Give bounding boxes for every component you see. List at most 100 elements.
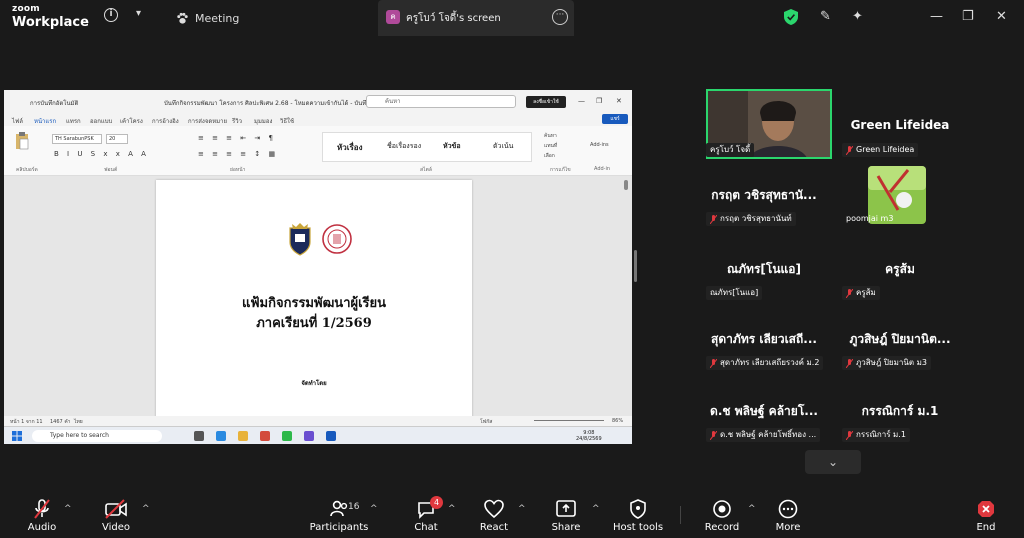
- word-restore-icon[interactable]: ❐: [596, 97, 602, 105]
- participant-tile[interactable]: ภูวสิษฎ์ ปิยมานิต... ภูวสิษฎ์ ปิยมานิต ม…: [836, 324, 964, 390]
- react-options-caret[interactable]: ^: [518, 504, 526, 514]
- style-item[interactable]: ชื่อเรื่องรอง: [387, 141, 421, 152]
- sharer-avatar: ค: [386, 10, 400, 24]
- audio-button[interactable]: Audio: [12, 498, 72, 533]
- top-bar: zoom Workplace i ▾ Meeting ค ครูโบว์ โจด…: [0, 0, 1024, 36]
- host-tools-button[interactable]: Host tools: [608, 498, 668, 533]
- mic-muted-icon: [846, 430, 853, 440]
- line-icon[interactable]: [282, 431, 292, 441]
- participant-name-tag: ณภัทร[โนแอ]: [706, 286, 763, 300]
- ribbon-tab[interactable]: การอ้างอิง: [152, 116, 179, 126]
- ribbon-tab[interactable]: เค้าโครง: [120, 116, 143, 126]
- share-screen-button[interactable]: Share: [536, 498, 596, 533]
- style-item[interactable]: หัวเรื่อง: [337, 141, 363, 154]
- task-view-icon[interactable]: [194, 431, 204, 441]
- chevron-down-icon[interactable]: ▾: [136, 8, 141, 19]
- teams-icon[interactable]: [304, 431, 314, 441]
- ribbon-tab[interactable]: วิธีใช้: [280, 116, 294, 126]
- participant-tile[interactable]: Green Lifeidea Green Lifeidea: [836, 84, 964, 157]
- font-size-select[interactable]: 20: [106, 134, 128, 144]
- chat-options-caret[interactable]: ^: [448, 504, 456, 514]
- windows-start-icon[interactable]: [12, 431, 22, 441]
- document-heading: แฟ้มกิจกรรมพัฒนาผู้เรียน: [241, 296, 387, 311]
- host-shield-icon: [630, 499, 646, 519]
- word-close-icon[interactable]: ✕: [616, 97, 622, 105]
- word-title-bar: การบันทึกอัตโนมัติ บันทึกกิจกรรมพัฒนา โค…: [4, 90, 632, 112]
- share-options-caret[interactable]: ^: [592, 504, 600, 514]
- word-icon[interactable]: [326, 431, 336, 441]
- file-explorer-icon[interactable]: [238, 431, 248, 441]
- participant-tile[interactable]: ครูโบว์ โจดี้: [700, 84, 832, 159]
- document-subheading: ภาคเรียนที่ 1/2569: [256, 316, 372, 331]
- react-button[interactable]: React: [464, 498, 524, 533]
- school-emblem-icon: [289, 223, 311, 256]
- document-scrollbar[interactable]: [624, 180, 628, 190]
- record-options-caret[interactable]: ^: [748, 504, 756, 514]
- chat-button[interactable]: 4 Chat: [396, 496, 456, 533]
- more-options-icon[interactable]: ···: [552, 9, 568, 25]
- chrome-icon[interactable]: [260, 431, 270, 441]
- shared-screen: การบันทึกอัตโนมัติ บันทึกกิจกรรมพัฒนา โค…: [4, 90, 632, 444]
- edge-icon[interactable]: [216, 431, 226, 441]
- ribbon-tab[interactable]: แทรก: [66, 116, 81, 126]
- sign-in-button[interactable]: ลงชื่อเข้าใช้: [526, 96, 566, 108]
- participants-options-caret[interactable]: ^: [370, 504, 378, 514]
- more-button[interactable]: More: [758, 498, 818, 533]
- participant-tile[interactable]: กรฤต วชิรสุทธานั... กรฤต วชิรสุทธานันท์: [700, 180, 828, 246]
- ai-sparkle-icon[interactable]: ✦: [852, 9, 863, 24]
- info-icon[interactable]: i: [104, 8, 118, 22]
- zoom-slider[interactable]: [534, 420, 604, 421]
- minimize-icon[interactable]: —: [930, 9, 943, 24]
- shared-screen-tab[interactable]: ค ครูโบว์ โจดี้'s screen ···: [378, 0, 574, 36]
- taskbar-search-input[interactable]: Type here to search: [32, 430, 162, 442]
- word-count: 1467 คำ: [50, 419, 71, 425]
- find-button[interactable]: ค้นหา: [544, 132, 557, 140]
- style-item[interactable]: หัวข้อ: [443, 141, 461, 152]
- security-shield-icon[interactable]: [784, 9, 798, 25]
- word-share-button[interactable]: แชร์: [602, 114, 628, 124]
- addins-button[interactable]: Add-ins: [590, 142, 609, 148]
- ribbon-tab[interactable]: รีวิว: [232, 116, 242, 126]
- record-button[interactable]: Record: [692, 498, 752, 533]
- ribbon-tab[interactable]: ไฟล์: [12, 116, 23, 126]
- magic-wand-icon[interactable]: ✎: [820, 9, 831, 24]
- video-options-caret[interactable]: ^: [142, 504, 150, 514]
- word-search-input[interactable]: ค้นหา: [366, 95, 516, 108]
- word-minimize-icon[interactable]: —: [578, 97, 585, 105]
- toolbar-separator: [680, 506, 681, 524]
- list-buttons[interactable]: ≡ ≡ ≡ ⇤ ⇥ ¶: [198, 134, 276, 142]
- word-ribbon: TH SarabunPSK 20 B I U S x x A A ≡ ≡ ≡ ⇤…: [4, 126, 632, 176]
- participants-button[interactable]: 16 Participants: [308, 498, 370, 533]
- focus-button[interactable]: โฟกัส: [480, 418, 492, 426]
- ribbon-tab[interactable]: การส่งจดหมาย: [188, 116, 227, 126]
- audio-options-caret[interactable]: ^: [64, 504, 72, 514]
- participant-name-tag: ด.ช พลิษฐ์ คล้ายโพธิ์ทอง ...: [706, 428, 821, 442]
- ribbon-group-label: ย่อหน้า: [230, 167, 246, 173]
- font-format-buttons[interactable]: B I U S x x A A: [54, 150, 149, 158]
- gallery-next-page-button[interactable]: ⌄: [805, 450, 861, 474]
- word-ribbon-tabs: ไฟล์ หน้าแรก แทรก ออกแบบ เค้าโครง การอ้า…: [4, 112, 632, 128]
- zoom-percent: 86%: [612, 418, 624, 424]
- paste-icon[interactable]: [14, 132, 30, 150]
- video-button[interactable]: Video: [86, 498, 146, 533]
- chat-unread-badge: 4: [430, 496, 443, 509]
- participant-tile[interactable]: poomjai m3: [836, 166, 964, 232]
- close-icon[interactable]: ✕: [996, 9, 1007, 24]
- style-item[interactable]: ตัวเน้น: [493, 141, 513, 152]
- end-meeting-button[interactable]: End: [956, 498, 1016, 533]
- ribbon-tab[interactable]: มุมมอง: [254, 116, 272, 126]
- participant-tile[interactable]: สุดาภัทร เลียวเสถี... สุดาภัทร เลียวเสถี…: [700, 324, 828, 390]
- participant-name-tag: กรรณิการ์ ม.1: [842, 428, 910, 442]
- participant-tile[interactable]: ครูส้ม ครูส้ม: [836, 254, 964, 320]
- restore-icon[interactable]: ❐: [962, 9, 974, 24]
- meeting-tab[interactable]: Meeting: [176, 8, 239, 28]
- document-page[interactable]: แฟ้มกิจกรรมพัฒนาผู้เรียน ภาคเรียนที่ 1/2…: [156, 180, 472, 420]
- align-buttons[interactable]: ≡ ≡ ≡ ≡ ↕ ▦: [198, 150, 278, 158]
- replace-button[interactable]: แทนที่: [544, 142, 557, 150]
- participant-tile[interactable]: ณภัทร[โนแอ] ณภัทร[โนแอ]: [700, 254, 828, 320]
- ribbon-tab[interactable]: ออกแบบ: [90, 116, 112, 126]
- select-button[interactable]: เลือก: [544, 152, 555, 160]
- font-name-select[interactable]: TH SarabunPSK: [52, 134, 102, 144]
- ribbon-group-label: คลิปบอร์ด: [16, 167, 38, 173]
- panel-splitter-handle[interactable]: [634, 250, 637, 282]
